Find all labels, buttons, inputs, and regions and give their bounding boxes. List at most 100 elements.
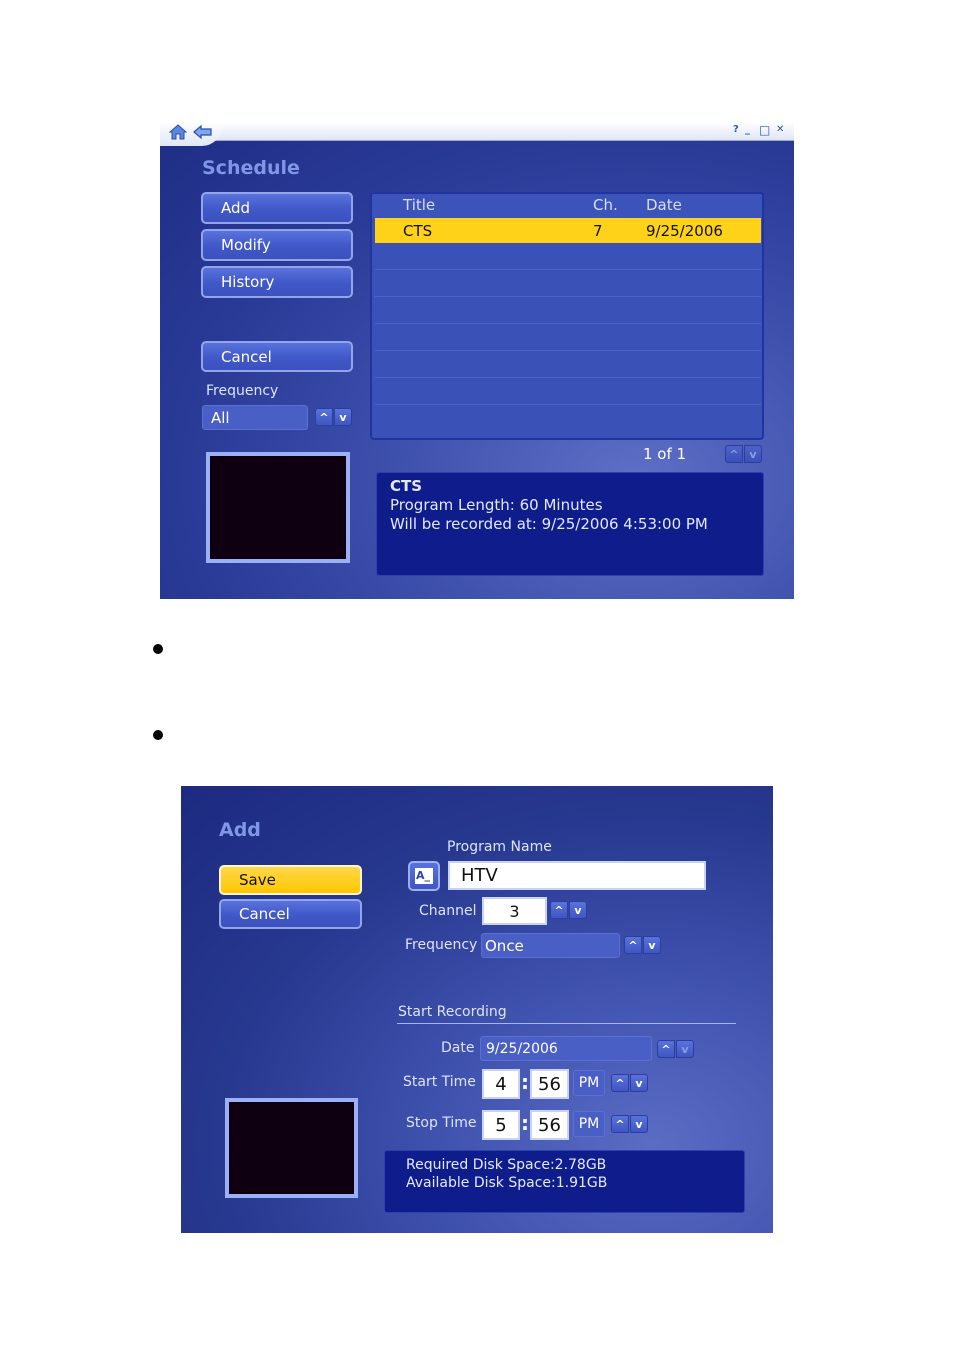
close-icon[interactable]: ✕	[776, 123, 784, 137]
details-recorded-at: Will be recorded at: 9/25/2006 4:53:00 P…	[390, 515, 708, 533]
chevron-down-icon[interactable]: v	[630, 1115, 648, 1133]
empty-row[interactable]	[375, 297, 761, 324]
modify-button[interactable]: Modify	[201, 229, 353, 261]
chevron-down-icon[interactable]: v	[334, 408, 352, 426]
bullet-point	[153, 730, 163, 740]
program-name-label: Program Name	[447, 839, 552, 855]
channel-input[interactable]: 3	[482, 897, 547, 925]
chevron-down-icon[interactable]: v	[676, 1040, 694, 1058]
add-window: Add Save Cancel Program Name A_ HTV Chan…	[181, 786, 773, 1233]
stop-minute-value: 56	[538, 1114, 561, 1136]
channel-label: Channel	[419, 903, 477, 919]
empty-row[interactable]	[375, 324, 761, 351]
video-preview	[225, 1098, 358, 1198]
program-name-value: HTV	[461, 865, 498, 886]
cancel-button-label: Cancel	[239, 905, 290, 923]
empty-row[interactable]	[375, 405, 761, 432]
details-title: CTS	[390, 477, 423, 495]
start-hour-input[interactable]: 4	[482, 1069, 520, 1099]
program-name-input[interactable]: HTV	[448, 861, 706, 890]
row-channel: 7	[593, 222, 603, 240]
required-disk-space: Required Disk Space:2.78GB	[406, 1157, 607, 1173]
start-ampm-value: PM	[578, 1075, 600, 1091]
cancel-button-label: Cancel	[221, 347, 272, 366]
section-divider	[397, 1023, 736, 1024]
save-button[interactable]: Save	[219, 865, 362, 895]
frequency-label: Frequency	[206, 383, 279, 399]
page-spinner: ^ v	[725, 445, 762, 463]
stop-time-label: Stop Time	[406, 1115, 477, 1131]
keyboard-button[interactable]: A_	[408, 861, 440, 891]
start-ampm-toggle[interactable]: PM	[573, 1070, 605, 1096]
frequency-select[interactable]: Once	[481, 933, 620, 958]
start-minute-value: 56	[538, 1073, 561, 1095]
chevron-down-icon[interactable]: v	[643, 936, 661, 954]
frequency-spinner: ^ v	[624, 936, 661, 954]
chevron-up-icon[interactable]: ^	[624, 936, 642, 954]
date-label: Date	[441, 1040, 475, 1056]
page-down-icon[interactable]: v	[744, 445, 762, 463]
empty-row[interactable]	[375, 351, 761, 378]
channel-value: 3	[509, 901, 520, 921]
chevron-up-icon[interactable]: ^	[550, 901, 568, 919]
page-up-icon[interactable]: ^	[725, 445, 743, 463]
date-value: 9/25/2006	[486, 1040, 558, 1057]
help-icon[interactable]: ?	[733, 123, 739, 137]
title-bar: ? _ □ ✕	[160, 122, 794, 146]
page-title: Schedule	[202, 157, 300, 179]
minimize-icon[interactable]: _	[745, 123, 750, 137]
list-header: Title Ch. Date	[372, 194, 762, 218]
frequency-value: All	[211, 408, 230, 427]
cancel-button[interactable]: Cancel	[201, 341, 353, 372]
history-button-label: History	[221, 273, 275, 291]
time-separator: :	[521, 1111, 529, 1135]
date-select[interactable]: 9/25/2006	[480, 1036, 652, 1061]
empty-row[interactable]	[375, 378, 761, 405]
date-spinner: ^ v	[657, 1040, 694, 1058]
available-disk-space: Available Disk Space:1.91GB	[406, 1175, 608, 1191]
time-separator: :	[521, 1070, 529, 1094]
stop-hour-input[interactable]: 5	[482, 1110, 520, 1140]
chevron-up-icon[interactable]: ^	[611, 1115, 629, 1133]
column-header-channel[interactable]: Ch.	[593, 196, 618, 214]
frequency-spinner: ^ v	[315, 408, 352, 426]
add-button-label: Add	[221, 199, 251, 217]
page-title: Add	[219, 819, 261, 841]
video-preview	[206, 452, 350, 563]
details-length: Program Length: 60 Minutes	[390, 496, 603, 514]
cancel-button[interactable]: Cancel	[219, 899, 362, 929]
chevron-up-icon[interactable]: ^	[315, 408, 333, 426]
channel-spinner: ^ v	[550, 901, 587, 919]
back-arrow-icon[interactable]	[193, 124, 213, 140]
program-details: CTS Program Length: 60 Minutes Will be r…	[376, 472, 764, 576]
keyboard-icon: A_	[415, 868, 433, 884]
start-recording-label: Start Recording	[398, 1004, 507, 1020]
history-button[interactable]: History	[201, 266, 353, 298]
schedule-window: ? _ □ ✕ Schedule Add Modify History Canc…	[160, 122, 794, 599]
frequency-select[interactable]: All	[202, 405, 308, 430]
disk-space-info: Required Disk Space:2.78GB Available Dis…	[384, 1150, 745, 1213]
row-date: 9/25/2006	[646, 222, 723, 240]
stop-ampm-value: PM	[578, 1116, 600, 1132]
chevron-down-icon[interactable]: v	[630, 1074, 648, 1092]
start-hour-value: 4	[495, 1073, 507, 1095]
add-button[interactable]: Add	[201, 192, 353, 224]
maximize-icon[interactable]: □	[759, 123, 770, 137]
column-header-date[interactable]: Date	[646, 196, 682, 214]
column-header-title[interactable]: Title	[403, 196, 435, 214]
home-icon[interactable]	[168, 124, 188, 140]
start-time-label: Start Time	[403, 1074, 476, 1090]
table-row[interactable]: CTS 7 9/25/2006	[375, 218, 761, 243]
empty-row[interactable]	[375, 270, 761, 297]
stop-hour-value: 5	[495, 1114, 507, 1136]
chevron-up-icon[interactable]: ^	[657, 1040, 675, 1058]
bullet-point	[153, 644, 163, 654]
stop-ampm-toggle[interactable]: PM	[573, 1111, 605, 1137]
chevron-up-icon[interactable]: ^	[611, 1074, 629, 1092]
chevron-down-icon[interactable]: v	[569, 901, 587, 919]
start-time-spinner: ^ v	[611, 1074, 648, 1092]
frequency-label: Frequency	[405, 937, 478, 953]
empty-row[interactable]	[375, 243, 761, 270]
stop-minute-input[interactable]: 56	[530, 1110, 569, 1140]
start-minute-input[interactable]: 56	[530, 1069, 569, 1099]
